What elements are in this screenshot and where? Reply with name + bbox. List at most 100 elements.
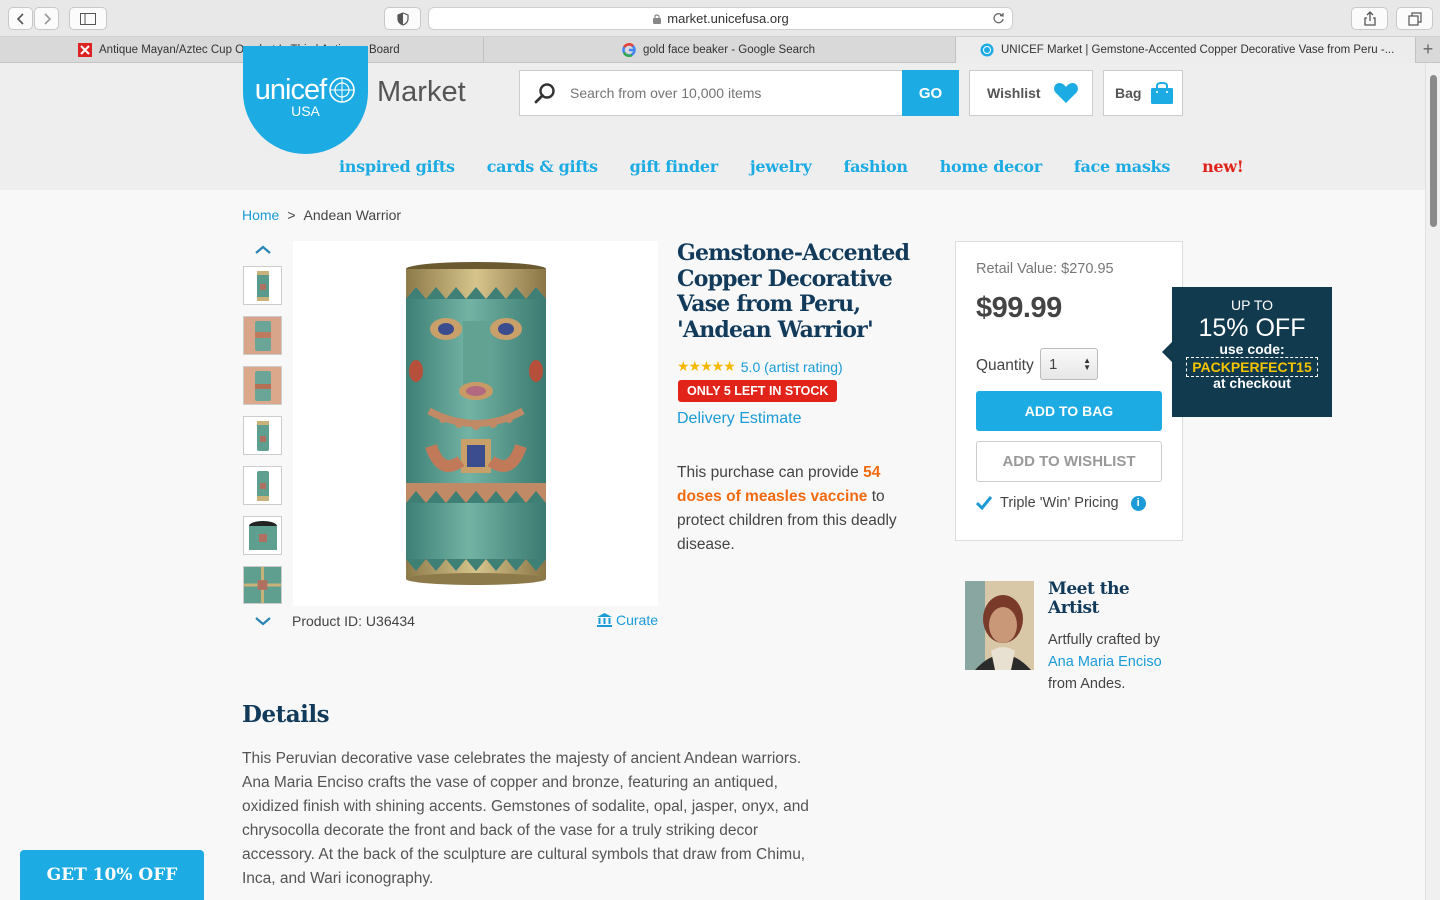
product-thumbnail[interactable]: [243, 366, 282, 405]
bag-button[interactable]: Bag: [1103, 70, 1183, 116]
tabs-icon: [1407, 11, 1422, 26]
tab-title: gold face beaker - Google Search: [643, 44, 815, 56]
promo-code: PACKPERFECT15: [1186, 357, 1318, 377]
stepper-arrows-icon: ▲ ▼: [1083, 356, 1091, 372]
promo-line-1: UP TO: [1230, 297, 1274, 313]
promo-callout: UP TO 15% OFF use code: PACKPERFECT15 at…: [1162, 287, 1332, 417]
vase-image: [405, 262, 546, 585]
nav-item-jewelry[interactable]: jewelry: [750, 157, 812, 176]
delivery-estimate-link[interactable]: Delivery Estimate: [677, 410, 801, 428]
wishlist-label: Wishlist: [987, 85, 1041, 101]
new-tab-button[interactable]: +: [1416, 37, 1440, 62]
nav-item-fashion[interactable]: fashion: [844, 157, 908, 176]
details-description: This Peruvian decorative vase celebrates…: [242, 750, 809, 887]
rating-link[interactable]: 5.0 (artist rating): [741, 359, 843, 375]
curate-button[interactable]: Curate: [597, 612, 658, 628]
sidebar-icon: [80, 12, 96, 25]
product-id: Product ID: U36434: [292, 613, 415, 629]
details-heading: Details: [242, 701, 330, 728]
add-to-wishlist-button[interactable]: ADD TO WISHLIST: [976, 441, 1162, 482]
triple-win-label: Triple 'Win' Pricing: [1000, 495, 1119, 511]
thumbnails-up-button[interactable]: [243, 242, 282, 260]
sidebar-toggle-button[interactable]: [69, 7, 107, 30]
artist-info: Artfully crafted by Ana Maria Enciso fro…: [1048, 629, 1188, 695]
tab-strip: Antique Mayan/Aztec Cup Or what Is This …: [0, 37, 1440, 63]
tab-unicef-market[interactable]: UNICEF Market | Gemstone-Accented Copper…: [956, 37, 1416, 63]
artist-name-link[interactable]: Ana Maria Enciso: [1048, 651, 1188, 673]
search-icon: [520, 82, 570, 104]
google-favicon-icon: [622, 43, 636, 57]
stock-badge: ONLY 5 LEFT IN STOCK: [678, 380, 838, 402]
logo-wordmark: unicef: [243, 46, 368, 107]
tab-overview-button[interactable]: [1396, 7, 1433, 30]
forward-button[interactable]: [34, 7, 59, 30]
breadcrumb-home-link[interactable]: Home: [242, 207, 279, 223]
chevron-down-icon: [254, 617, 271, 626]
nav-item-inspired-gifts[interactable]: inspired gifts: [339, 157, 455, 176]
chevron-left-icon: [16, 12, 24, 25]
artist-photo[interactable]: [965, 581, 1034, 670]
search-input[interactable]: [570, 85, 902, 101]
unicef-globe-icon: [329, 77, 355, 103]
quantity-label: Quantity: [976, 357, 1034, 374]
product-thumbnail[interactable]: [243, 516, 282, 555]
product-thumbnail[interactable]: [243, 416, 282, 455]
tab-google-search[interactable]: gold face beaker - Google Search: [484, 37, 956, 63]
promo-discount: 15% OFF: [1198, 314, 1306, 342]
checkmark-icon: [976, 496, 992, 510]
shopping-bag-icon: [1151, 81, 1174, 104]
share-button[interactable]: [1351, 7, 1388, 30]
thumbnails-down-button[interactable]: [243, 613, 282, 631]
reload-icon[interactable]: [992, 12, 1005, 25]
product-thumbnail[interactable]: [243, 266, 282, 305]
retail-value: Retail Value: $270.95: [976, 261, 1114, 277]
lock-icon: [653, 13, 662, 24]
promo-line-3: use code:: [1219, 341, 1285, 357]
product-thumbnail[interactable]: [243, 466, 282, 505]
meet-the-artist-heading: Meet the Artist: [1048, 579, 1130, 618]
price: $99.99: [976, 292, 1062, 324]
product-thumbnail[interactable]: [243, 566, 282, 604]
quantity-select[interactable]: 1 ▲ ▼: [1040, 348, 1098, 380]
nav-item-face-masks[interactable]: face masks: [1074, 157, 1170, 176]
purchase-impact-text: This purchase can provide 54 doses of me…: [677, 464, 897, 553]
nav-item-new[interactable]: new!: [1202, 157, 1244, 176]
curate-label: Curate: [616, 612, 659, 628]
market-title: Market: [377, 76, 466, 108]
nav-item-gift-finder[interactable]: gift finder: [630, 157, 719, 176]
promo-line-4: at checkout: [1213, 375, 1291, 391]
bag-label: Bag: [1115, 85, 1142, 101]
star-rating-icon: ★★★★★: [677, 358, 736, 374]
tab-antiques-board[interactable]: Antique Mayan/Aztec Cup Or what Is This …: [0, 37, 484, 63]
privacy-report-button[interactable]: [384, 7, 421, 30]
chevron-right-icon: [43, 12, 51, 25]
search-go-button[interactable]: GO: [902, 70, 959, 116]
add-to-bag-button[interactable]: ADD TO BAG: [976, 391, 1162, 431]
product-rating: ★★★★★ 5.0 (artist rating): [677, 358, 843, 375]
url-text: market.unicefusa.org: [667, 11, 789, 26]
purchase-box: Retail Value: $270.95 $99.99 Quantity 1 …: [955, 241, 1183, 541]
museum-icon: [597, 613, 612, 627]
thumbnail-strip: [243, 242, 283, 631]
breadcrumb-separator: >: [287, 207, 296, 223]
product-title: Gemstone-Accented Copper Decorative Vase…: [677, 240, 910, 343]
product-main-image[interactable]: [293, 241, 658, 606]
triple-win-pricing: Triple 'Win' Pricing i: [976, 495, 1146, 511]
quantity-value: 1: [1049, 355, 1058, 373]
product-page: Home > Andean Warrior Product ID: U36434…: [0, 190, 1425, 900]
nav-item-cards-gifts[interactable]: cards & gifts: [487, 157, 598, 176]
product-thumbnail[interactable]: [243, 316, 282, 355]
back-button[interactable]: [8, 7, 33, 30]
page-scrollbar[interactable]: [1425, 63, 1440, 900]
info-icon[interactable]: i: [1130, 495, 1146, 511]
artist-origin: from Andes.: [1048, 676, 1126, 692]
breadcrumb: Home > Andean Warrior: [242, 207, 401, 223]
scrollbar-thumb[interactable]: [1430, 75, 1437, 227]
get-discount-button[interactable]: GET 10% OFF: [20, 850, 204, 900]
wishlist-button[interactable]: Wishlist: [969, 70, 1093, 116]
main-navigation: inspired gifts cards & gifts gift finder…: [339, 157, 1275, 176]
shield-icon: [396, 11, 409, 26]
nav-item-home-decor[interactable]: home decor: [940, 157, 1043, 176]
address-bar[interactable]: market.unicefusa.org: [428, 7, 1013, 30]
antiques-board-favicon-icon: [78, 43, 92, 57]
